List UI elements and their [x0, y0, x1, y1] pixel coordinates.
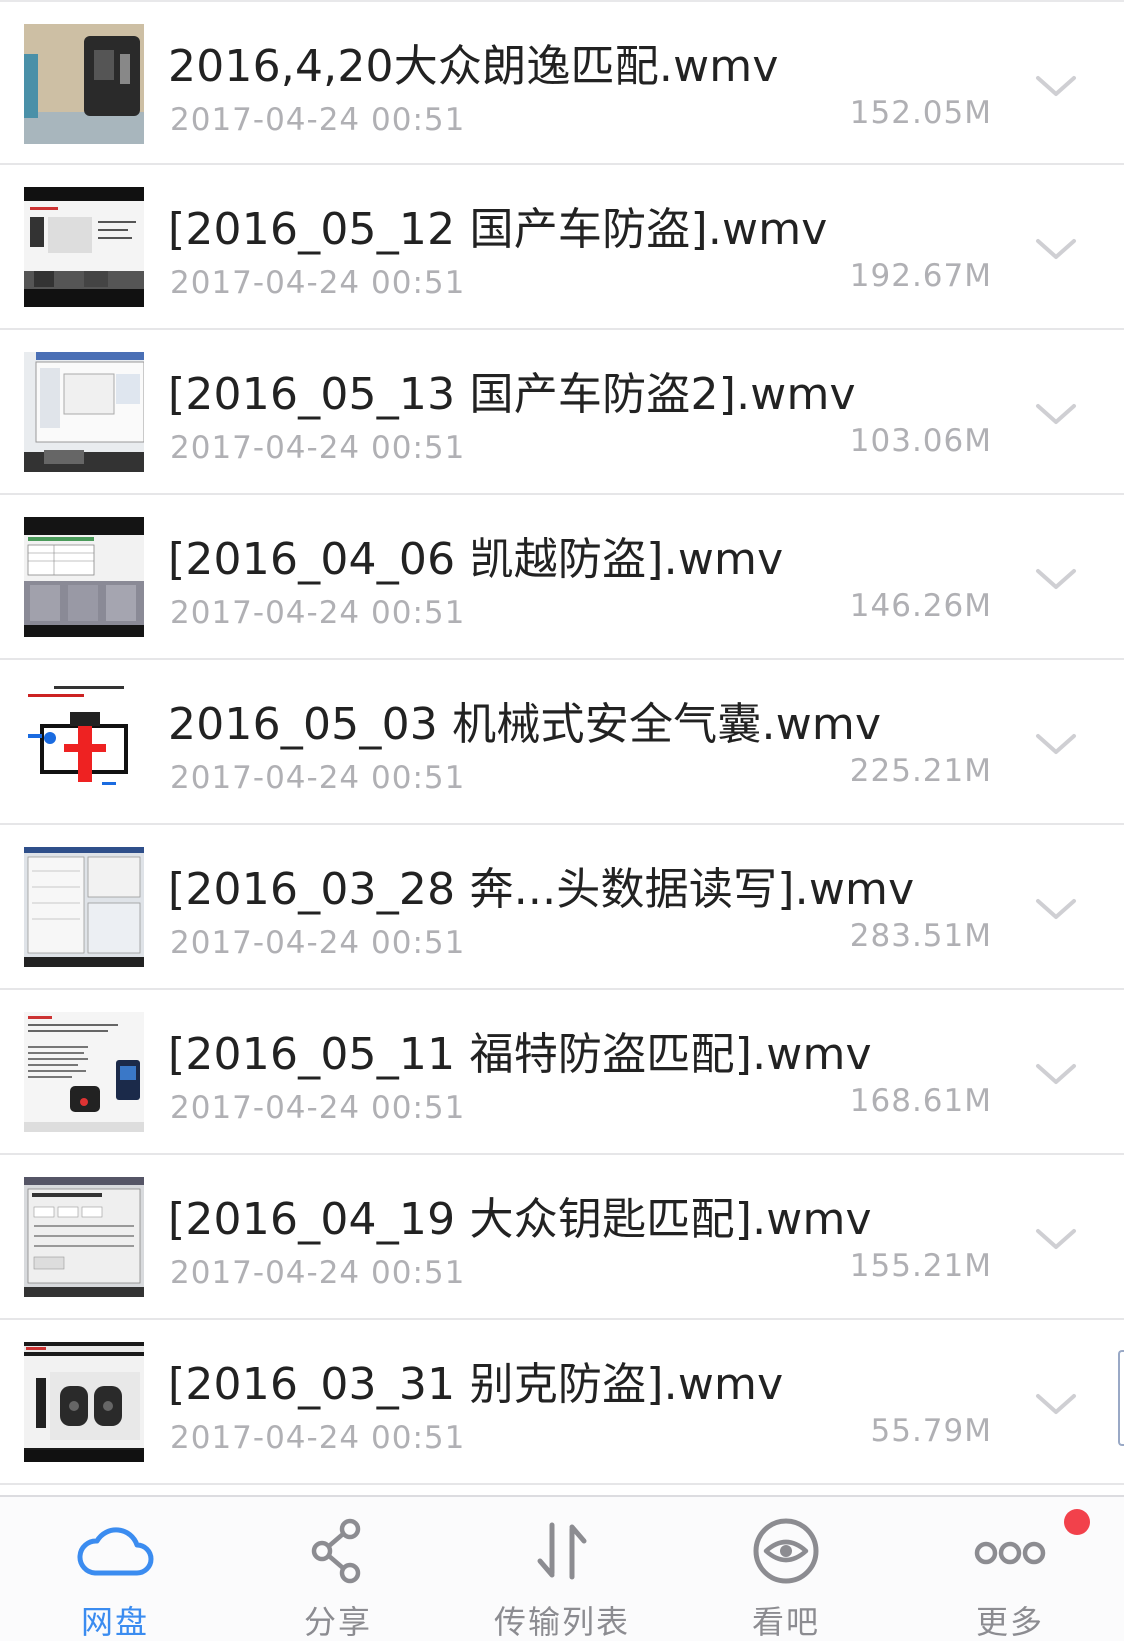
file-row[interactable]: 2016_05_03 机械式安全气囊.wmv 2017-04-24 00:51 …	[0, 660, 1124, 825]
file-row[interactable]: [2016_05_12 国产车防盗].wmv 2017-04-24 00:51 …	[0, 165, 1124, 330]
file-date: 2017-04-24 00:51	[170, 1255, 466, 1291]
video-thumbnail-table-screen	[24, 517, 144, 637]
file-size: 55.79M	[870, 1413, 992, 1449]
tab-label: 网盘	[80, 1603, 149, 1641]
tab-label: 看吧	[751, 1603, 820, 1641]
file-row[interactable]: [2016_04_06 凯越防盗].wmv 2017-04-24 00:51 1…	[0, 495, 1124, 660]
more-dots-icon	[974, 1541, 1046, 1565]
file-date: 2017-04-24 00:51	[170, 102, 466, 138]
file-size: 103.06M	[849, 423, 992, 459]
tab-label: 传输列表	[493, 1603, 630, 1641]
video-thumbnail-slides-keys	[24, 187, 144, 307]
file-date: 2017-04-24 00:51	[170, 430, 466, 466]
file-row[interactable]: [2016_05_13 国产车防盗2].wmv 2017-04-24 00:51…	[0, 330, 1124, 495]
chevron-down-icon[interactable]	[1030, 718, 1082, 770]
chevron-down-icon[interactable]	[1030, 1378, 1082, 1430]
tab-label: 分享	[303, 1603, 372, 1641]
chevron-down-icon[interactable]	[1030, 223, 1082, 275]
file-date: 2017-04-24 00:51	[170, 265, 466, 301]
chevron-down-icon[interactable]	[1030, 1048, 1082, 1100]
file-name: [2016_05_12 国产车防盗].wmv	[168, 204, 828, 255]
file-row[interactable]: 2016,4,20大众朗逸匹配.wmv 2017-04-24 00:51 152…	[0, 2, 1124, 165]
chevron-down-icon[interactable]	[1030, 1213, 1082, 1265]
video-thumbnail-vw-software	[24, 1177, 144, 1297]
video-thumbnail-data-software	[24, 847, 144, 967]
file-size: 146.26M	[849, 588, 992, 624]
chevron-down-icon[interactable]	[1030, 60, 1082, 112]
chevron-down-icon[interactable]	[1030, 553, 1082, 605]
file-list[interactable]: 2016,4,20大众朗逸匹配.wmv 2017-04-24 00:51 152…	[0, 0, 1124, 1495]
file-date: 2017-04-24 00:51	[170, 925, 466, 961]
file-row[interactable]: [2016_03_31 别克防盗].wmv 2017-04-24 00:51 5…	[0, 1320, 1124, 1485]
video-thumbnail-software-window	[24, 352, 144, 472]
file-name: [2016_04_19 大众钥匙匹配].wmv	[168, 1194, 872, 1245]
file-size: 155.21M	[849, 1248, 992, 1284]
file-size: 283.51M	[849, 918, 992, 954]
video-thumbnail-key-device	[24, 24, 144, 144]
file-name: [2016_03_31 别克防盗].wmv	[168, 1359, 784, 1410]
file-size: 152.05M	[849, 95, 992, 131]
file-name: 2016_05_03 机械式安全气囊.wmv	[168, 699, 882, 750]
video-thumbnail-ford-document	[24, 1012, 144, 1132]
notification-badge	[1064, 1509, 1090, 1535]
tab-watch[interactable]: 看吧	[686, 1497, 886, 1641]
cloud-icon	[77, 1527, 154, 1576]
file-size: 168.61M	[849, 1083, 992, 1119]
file-date: 2017-04-24 00:51	[170, 595, 466, 631]
tab-share[interactable]: 分享	[238, 1497, 438, 1641]
file-date: 2017-04-24 00:51	[170, 1090, 466, 1126]
video-thumbnail-airbag-diagram	[24, 682, 144, 802]
file-row[interactable]: [2016_03_28 奔...头数据读写].wmv 2017-04-24 00…	[0, 825, 1124, 990]
file-date: 2017-04-24 00:51	[170, 1420, 466, 1456]
file-name: [2016_05_13 国产车防盗2].wmv	[168, 369, 856, 420]
video-thumbnail-buick-keys	[24, 1342, 144, 1462]
eye-icon	[753, 1518, 819, 1584]
file-name: [2016_03_28 奔...头数据读写].wmv	[168, 864, 915, 915]
chevron-down-icon[interactable]	[1030, 883, 1082, 935]
tab-transfer-list[interactable]: 传输列表	[462, 1497, 662, 1641]
file-name: [2016_04_06 凯越防盗].wmv	[168, 534, 784, 585]
tab-netdisk[interactable]: 网盘	[15, 1497, 215, 1641]
file-size: 225.21M	[849, 753, 992, 789]
share-icon	[311, 1518, 361, 1584]
file-date: 2017-04-24 00:51	[170, 760, 466, 796]
file-row[interactable]: [2016_05_11 福特防盗匹配].wmv 2017-04-24 00:51…	[0, 990, 1124, 1155]
tab-more[interactable]: 更多	[910, 1497, 1110, 1641]
file-size: 192.67M	[849, 258, 992, 294]
tab-label: 更多	[975, 1603, 1044, 1641]
transfer-arrows-icon	[537, 1522, 587, 1580]
bottom-tab-bar: 网盘 分享 传输列表 看吧 更多	[0, 1495, 1124, 1641]
file-name: 2016,4,20大众朗逸匹配.wmv	[168, 41, 779, 92]
file-name: [2016_05_11 福特防盗匹配].wmv	[168, 1029, 872, 1080]
chevron-down-icon[interactable]	[1030, 388, 1082, 440]
file-row[interactable]: [2016_04_19 大众钥匙匹配].wmv 2017-04-24 00:51…	[0, 1155, 1124, 1320]
scrollbar[interactable]	[1118, 1350, 1124, 1446]
